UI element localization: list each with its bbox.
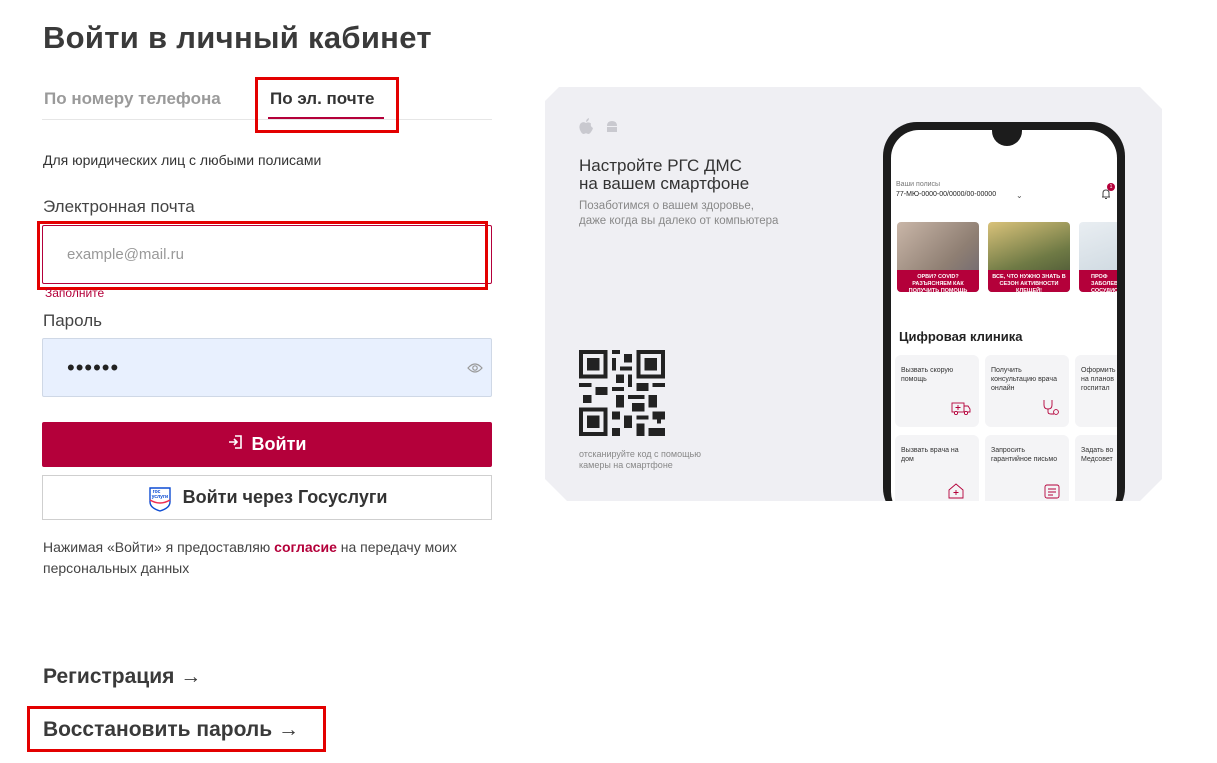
highlight-restore-link [27, 706, 326, 752]
login-icon [228, 434, 244, 455]
consent-prefix: Нажимая «Войти» я предоставляю [43, 539, 275, 555]
ambulance-icon [951, 400, 971, 419]
email-error-text: Заполните [45, 286, 105, 300]
login-button[interactable]: Войти [42, 422, 492, 467]
page-title: Войти в личный кабинет [43, 20, 432, 55]
apple-icon [578, 117, 594, 140]
password-field[interactable]: •••••• [42, 338, 492, 397]
clinic-tile-label: Получить консультацию врача онлайн [991, 367, 1057, 392]
news-card-caption: ВСЕ, ЧТО НУЖНО ЗНАТЬ В СЕЗОН АКТИВНОСТИ … [988, 270, 1070, 292]
clinic-tile: Вызвать врача на дом [895, 435, 979, 501]
register-link[interactable]: Регистрация → [43, 665, 201, 689]
clinic-tile-label: Оформить на планов госпитал [1081, 367, 1116, 392]
email-label: Электронная почта [43, 197, 195, 216]
chevron-down-icon: ⌄ [1016, 191, 1023, 200]
clinic-tile: Получить консультацию врача онлайн [985, 355, 1069, 427]
digital-clinic-title: Цифровая клиника [899, 329, 1023, 344]
news-card: ОРВИ? COVID? РАЗЪЯСНЯЕМ КАК ПОЛУЧИТЬ ПОМ… [897, 222, 979, 292]
consent-link[interactable]: согласие [274, 539, 337, 555]
clinic-tile: Вызвать скорую помощь [895, 355, 979, 427]
news-card-caption: ОРВИ? COVID? РАЗЪЯСНЯЕМ КАК ПОЛУЧИТЬ ПОМ… [897, 270, 979, 292]
android-icon [604, 119, 620, 140]
eye-icon[interactable] [467, 361, 483, 379]
banner-title-line-1: Настройте РГС ДМС [579, 156, 742, 175]
stethoscope-icon [1041, 398, 1061, 419]
tab-phone[interactable]: По номеру телефона [44, 89, 221, 109]
news-card: ПРОФ ЗАБОЛЕВА СОСУДИСТ [1079, 222, 1117, 292]
qr-caption-line-1: отсканируйте код с помощью [579, 449, 701, 459]
policy-number: 77-МЮ-0000-00/0000/00-00000 [896, 191, 997, 198]
banner-subtitle-line-2: даже когда вы далеко от компьютера [579, 215, 779, 227]
highlight-tab-email [255, 77, 399, 133]
news-card-caption: ПРОФ ЗАБОЛЕВА СОСУДИСТ [1079, 270, 1117, 292]
password-label: Пароль [43, 311, 102, 330]
highlight-email-field [37, 221, 488, 290]
gos-logo-text-2: услуги [151, 493, 169, 500]
gosuslugi-button[interactable]: гос услуги Войти через Госуслуги [42, 475, 492, 520]
gosuslugi-logo: гос услуги [147, 484, 173, 512]
clinic-tile: Запросить гарантийное письмо [985, 435, 1069, 501]
qr-caption: отсканируйте код с помощью камеры на сма… [579, 449, 701, 471]
phone-screen: Ваши полисы 77-МЮ-0000-00/0000/00-00000 … [891, 130, 1117, 501]
app-promo-banner: Настройте РГС ДМС на вашем смартфоне Поз… [545, 87, 1162, 501]
banner-subtitle-line-1: Позаботимся о вашем здоровье, [579, 200, 754, 212]
clinic-tile-label: Вызвать врача на дом [901, 447, 959, 463]
doctor-home-icon [947, 482, 965, 501]
qr-caption-line-2: камеры на смартфоне [579, 460, 673, 470]
clinic-tile-label: Запросить гарантийное письмо [991, 447, 1058, 463]
letter-icon [1043, 482, 1061, 501]
form-hint: Для юридических лиц с любыми полисами [43, 152, 322, 168]
notification-badge: 1 [1107, 183, 1115, 191]
clinic-tile-label: Вызвать скорую помощь [901, 367, 954, 383]
clinic-tile-label: Задать во Медсовет [1081, 447, 1114, 463]
password-value: •••••• [67, 355, 120, 380]
banner-title: Настройте РГС ДМС на вашем смартфоне [579, 157, 749, 193]
banner-subtitle: Позаботимся о вашем здоровье, даже когда… [579, 199, 778, 229]
login-button-label: Войти [251, 434, 307, 454]
qr-code [579, 350, 665, 441]
clinic-tile: Оформить на планов госпитал [1075, 355, 1117, 427]
news-card: ВСЕ, ЧТО НУЖНО ЗНАТЬ В СЕЗОН АКТИВНОСТИ … [988, 222, 1070, 292]
policies-label: Ваши полисы [896, 181, 941, 188]
banner-title-line-2: на вашем смартфоне [579, 174, 750, 193]
clinic-tile: Задать во Медсовет [1075, 435, 1117, 501]
gosuslugi-button-label: Войти через Госуслуги [182, 487, 388, 507]
consent-text: Нажимая «Войти» я предоставляю согласие … [43, 537, 483, 579]
